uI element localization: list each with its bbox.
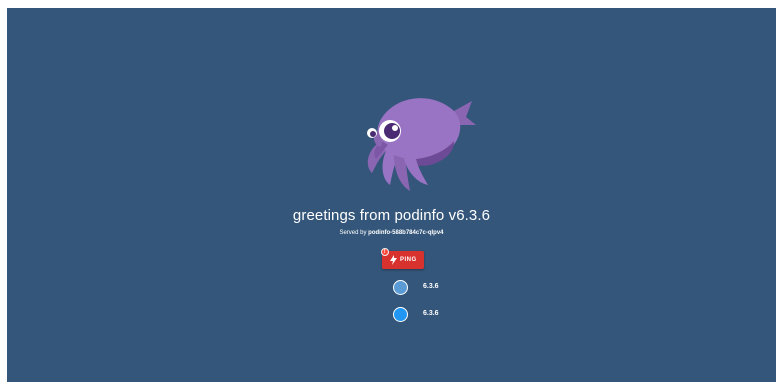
hostname: podinfo-588b784c7c-qlpv4 bbox=[368, 230, 444, 236]
instance-version: 6.3.6 bbox=[423, 310, 439, 317]
ping-button[interactable]: ! PING bbox=[381, 248, 424, 269]
alert-badge: ! bbox=[381, 248, 389, 256]
instance-version: 6.3.6 bbox=[423, 283, 439, 290]
cuttlefish-logo-icon bbox=[367, 98, 476, 191]
lightning-bolt-icon bbox=[390, 255, 397, 265]
page-title: greetings from podinfo v6.3.6 bbox=[292, 207, 491, 224]
podinfo-app: greetings from podinfo v6.3.6 Served by … bbox=[7, 8, 776, 382]
instance-status-dot bbox=[393, 280, 408, 295]
served-by-prefix: Served by bbox=[339, 230, 369, 236]
ping-label: PING bbox=[400, 257, 417, 263]
instance-status-dot bbox=[393, 307, 408, 322]
served-by-text: Served by podinfo-588b784c7c-qlpv4 bbox=[7, 230, 776, 236]
